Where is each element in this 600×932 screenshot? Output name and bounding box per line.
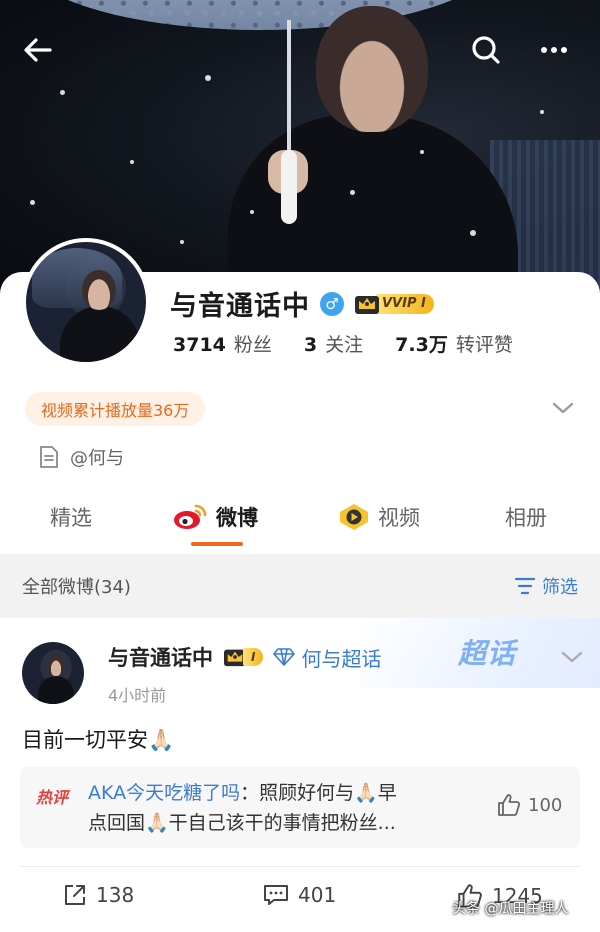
supertopic-link[interactable]: 何与超话 bbox=[273, 643, 381, 672]
avatar[interactable] bbox=[22, 238, 150, 366]
repost-count: 138 bbox=[96, 883, 135, 907]
chevron-down-icon[interactable] bbox=[551, 399, 575, 417]
active-tab-indicator bbox=[191, 542, 243, 546]
watermark-text: 头条 @瓜田主理人 bbox=[452, 901, 569, 917]
person-head-image bbox=[316, 6, 428, 132]
hot-comment-like-button[interactable]: 100 bbox=[496, 792, 562, 818]
profile-name: 与音通话中 bbox=[170, 291, 310, 322]
hot-comment-user[interactable]: AKA今天吃糖了吗 bbox=[88, 782, 240, 804]
more-dots-icon bbox=[541, 47, 567, 53]
filter-button[interactable]: 筛选 bbox=[514, 573, 578, 599]
following-label: 关注 bbox=[325, 334, 364, 356]
hot-comment-badge: 热评 bbox=[36, 788, 69, 807]
search-button[interactable] bbox=[462, 26, 510, 74]
avatar-body bbox=[60, 306, 140, 362]
snowflake bbox=[180, 240, 184, 244]
hot-comment-text: AKA今天吃糖了吗：照顾好何与🙏🏻早 点回国🙏🏻干自己该干的事情把粉丝... bbox=[88, 778, 478, 838]
diamond-icon bbox=[273, 648, 296, 666]
crown-icon bbox=[354, 292, 380, 316]
profile-description: @何与 bbox=[38, 444, 124, 470]
video-play-badge[interactable]: 视频累计播放量36万 bbox=[25, 392, 206, 426]
tab-weibo[interactable]: 微博 bbox=[172, 502, 258, 532]
hot-comment-line1: ：照顾好何与🙏🏻早 bbox=[240, 782, 397, 804]
thumbs-up-icon bbox=[498, 794, 521, 816]
weibo-logo-icon bbox=[174, 504, 207, 529]
share-icon bbox=[65, 885, 85, 905]
post-author-avatar[interactable] bbox=[22, 642, 84, 704]
snowflake bbox=[130, 160, 134, 164]
interactions-label: 转评赞 bbox=[455, 334, 513, 356]
tab-featured[interactable]: 精选 bbox=[50, 502, 92, 532]
avatar-head bbox=[82, 270, 116, 310]
vip-label: I bbox=[243, 648, 264, 666]
umbrella-handle bbox=[281, 150, 297, 224]
snowflake bbox=[470, 230, 476, 236]
snowflake bbox=[540, 110, 544, 114]
vip-badge[interactable]: VVIP I bbox=[354, 292, 434, 316]
profile-stats: 3714 粉丝 3 关注 7.3万 转评赞 bbox=[173, 330, 513, 357]
comment-icon bbox=[264, 885, 288, 905]
profile-tabs: 精选 微博 视频 相册 bbox=[0, 496, 600, 554]
post-filter-bar: 全部微博(34) 筛选 bbox=[0, 554, 600, 618]
vip-badge[interactable]: I bbox=[223, 646, 264, 668]
following-count: 3 bbox=[303, 334, 318, 356]
post-count-label[interactable]: 全部微博(34) bbox=[22, 573, 131, 599]
document-icon bbox=[40, 446, 58, 468]
comment-button[interactable]: 401 bbox=[262, 882, 336, 908]
vip-label: VVIP I bbox=[376, 293, 434, 314]
umbrella-image bbox=[20, 0, 500, 30]
tab-label: 视频 bbox=[378, 506, 420, 530]
male-icon: ♂ bbox=[320, 291, 344, 316]
supertopic-logo: 超话 bbox=[458, 637, 517, 670]
following-stat[interactable]: 3 关注 bbox=[304, 330, 363, 357]
snowflake bbox=[420, 150, 424, 154]
back-arrow-icon bbox=[24, 38, 52, 62]
tab-album[interactable]: 相册 bbox=[505, 502, 547, 532]
interactions-count: 7.3万 bbox=[395, 334, 448, 356]
tab-video[interactable]: 视频 bbox=[338, 502, 420, 532]
tab-label: 微博 bbox=[216, 506, 258, 530]
interactions-stat[interactable]: 7.3万 转评赞 bbox=[395, 330, 513, 357]
tab-label: 相册 bbox=[505, 506, 547, 530]
hot-comment-line2: 点回国🙏🏻干自己该干的事情把粉丝... bbox=[88, 812, 396, 834]
description-text: @何与 bbox=[70, 448, 124, 469]
post-author-name[interactable]: 与音通话中 bbox=[108, 642, 213, 672]
back-button[interactable] bbox=[14, 26, 62, 74]
avatar-head bbox=[48, 656, 64, 676]
supertopic-label: 何与超话 bbox=[301, 646, 382, 671]
filter-icon bbox=[514, 577, 536, 595]
profile-card: 与音通话中 ♂ VVIP I 3714 粉丝 3 关注 7.3万 转评赞 视频累计播放… bbox=[0, 238, 600, 554]
avatar-body bbox=[38, 676, 74, 704]
filter-label: 筛选 bbox=[542, 577, 578, 598]
post-content[interactable]: 目前一切平安🙏🏻 bbox=[22, 724, 174, 754]
more-button[interactable] bbox=[530, 26, 578, 74]
snowflake bbox=[30, 200, 35, 205]
snowflake bbox=[60, 90, 65, 95]
search-icon bbox=[472, 36, 500, 64]
video-play-icon bbox=[340, 504, 368, 530]
chevron-down-icon[interactable] bbox=[560, 648, 584, 666]
post-divider bbox=[20, 866, 580, 867]
weibo-post[interactable]: 超话 与音通话中 I 何与超话 4小时前 目前一切平安🙏🏻 热评 AKA今天吃糖… bbox=[0, 618, 600, 932]
followers-stat[interactable]: 3714 粉丝 bbox=[173, 330, 272, 357]
tab-label: 精选 bbox=[50, 506, 92, 530]
followers-label: 粉丝 bbox=[233, 334, 272, 356]
followers-count: 3714 bbox=[173, 334, 226, 356]
snowflake bbox=[250, 210, 254, 214]
post-header: 与音通话中 I 何与超话 bbox=[108, 642, 381, 672]
comment-count: 401 bbox=[298, 883, 337, 907]
name-row: 与音通话中 ♂ VVIP I bbox=[170, 284, 434, 323]
post-timestamp: 4小时前 bbox=[108, 686, 167, 705]
snowflake bbox=[350, 190, 355, 195]
snowflake bbox=[205, 75, 211, 81]
hot-comment[interactable]: 热评 AKA今天吃糖了吗：照顾好何与🙏🏻早 点回国🙏🏻干自己该干的事情把粉丝..… bbox=[20, 766, 580, 848]
repost-button[interactable]: 138 bbox=[62, 882, 134, 908]
hot-comment-like-count: 100 bbox=[528, 794, 563, 816]
